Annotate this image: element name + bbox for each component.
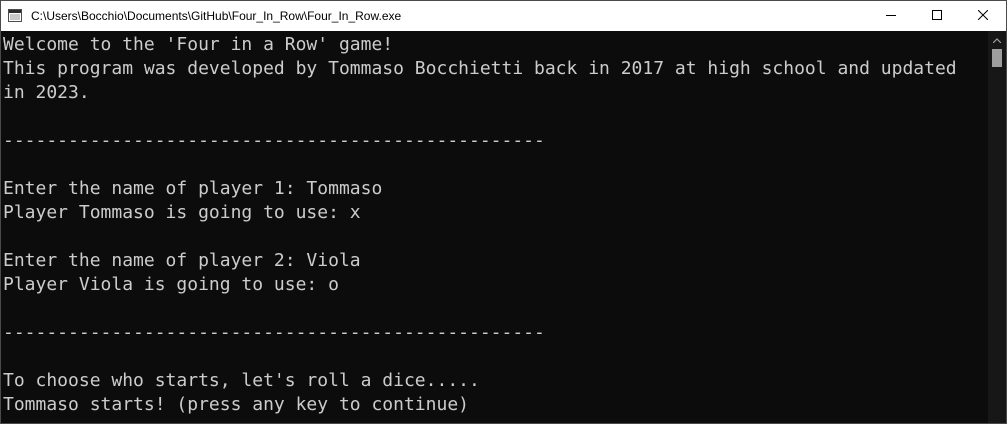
- console-line: Enter the name of player 2: Viola: [3, 250, 361, 271]
- console-output[interactable]: Welcome to the 'Four in a Row' game! Thi…: [1, 31, 987, 423]
- console-line: Player Tommaso is going to use: x: [3, 202, 361, 223]
- console-app-icon[interactable]: [8, 9, 22, 22]
- separator-line: ----------------------------------------…: [3, 322, 545, 343]
- title-bar[interactable]: C:\Users\Bocchio\Documents\GitHub\Four_I…: [1, 1, 1006, 31]
- console-line: Tommaso starts! (press any key to contin…: [3, 394, 469, 415]
- separator-line: ----------------------------------------…: [3, 130, 545, 151]
- window-title: C:\Users\Bocchio\Documents\GitHub\Four_I…: [31, 9, 402, 23]
- close-button[interactable]: [960, 1, 1006, 31]
- maximize-button[interactable]: [914, 1, 960, 31]
- chevron-up-icon: [992, 30, 1002, 48]
- minimize-icon: [886, 7, 896, 25]
- console-line: Player Viola is going to use: o: [3, 274, 339, 295]
- console-line: To choose who starts, let's roll a dice.…: [3, 370, 480, 391]
- minimize-button[interactable]: [868, 1, 914, 31]
- console-window: C:\Users\Bocchio\Documents\GitHub\Four_I…: [0, 0, 1007, 424]
- console-line: Welcome to the 'Four in a Row' game!: [3, 34, 394, 55]
- scroll-up-button[interactable]: [988, 31, 1006, 47]
- console-line: This program was developed by Tommaso Bo…: [3, 58, 957, 79]
- close-icon: [977, 7, 989, 25]
- console-line: in 2023.: [3, 82, 90, 103]
- vertical-scrollbar[interactable]: [988, 31, 1006, 423]
- scrollbar-thumb[interactable]: [992, 49, 1002, 67]
- console-line: Enter the name of player 1: Tommaso: [3, 178, 383, 199]
- maximize-icon: [932, 7, 942, 25]
